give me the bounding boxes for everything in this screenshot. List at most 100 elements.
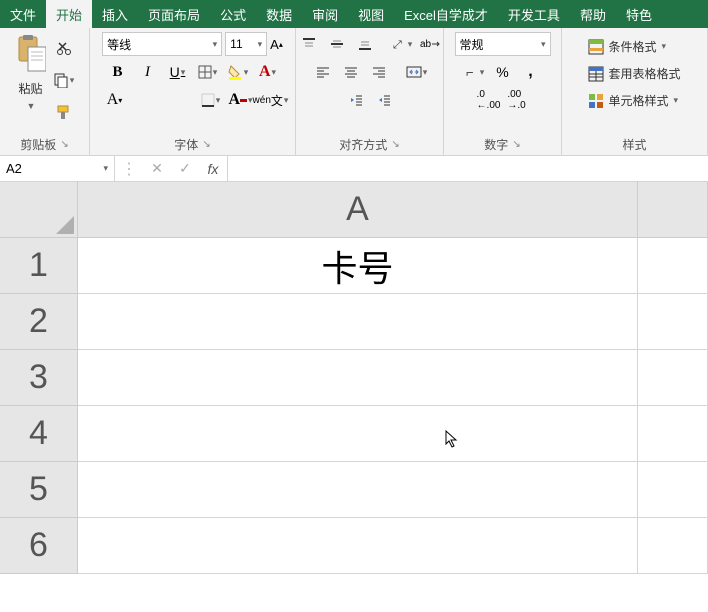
increase-indent-button[interactable] [372, 88, 396, 112]
cell-B1[interactable] [638, 238, 708, 294]
border-button[interactable]: ▾ [196, 60, 220, 84]
tab-help[interactable]: 帮助 [570, 0, 616, 28]
row-header-5[interactable]: 5 [0, 462, 78, 518]
group-clipboard: 粘贴 ▼ ▾ 剪贴板 ↘ [0, 28, 90, 155]
increase-font-button[interactable]: A▴ [270, 37, 283, 52]
increase-decimal-button[interactable]: .0←.00 [477, 88, 501, 112]
table-format-icon [588, 66, 604, 82]
dialog-launcher-icon[interactable]: ↘ [391, 139, 399, 150]
group-alignment: ⤢▾ ab ▾ 对齐方式 ↘ [296, 28, 444, 155]
ribbon-tabs: 文件 开始 插入 页面布局 公式 数据 审阅 视图 Excel自学成才 开发工具… [0, 0, 708, 28]
fx-button[interactable]: fx [199, 161, 227, 177]
underline-button[interactable]: U▾ [166, 60, 190, 84]
format-painter-button[interactable] [52, 100, 76, 124]
dialog-launcher-icon[interactable]: ↘ [60, 139, 68, 150]
paste-label: 粘贴 [18, 80, 42, 97]
paste-split-button[interactable]: 粘贴 ▼ [14, 32, 48, 111]
tab-review[interactable]: 审阅 [302, 0, 348, 28]
group-number: 常规▾ ⌐▾ % , .0←.00 .00→.0 数字 ↘ [444, 28, 562, 155]
group-label-alignment: 对齐方式 [339, 136, 387, 153]
svg-text:⌐: ⌐ [466, 65, 474, 79]
tab-data[interactable]: 数据 [256, 0, 302, 28]
column-header-next[interactable] [638, 182, 708, 238]
conditional-format-button[interactable]: 条件格式▾ [586, 36, 668, 57]
font-color-button[interactable]: A▾ [256, 60, 280, 84]
cell-B3[interactable] [638, 350, 708, 406]
align-center-button[interactable] [339, 60, 363, 84]
row-header-6[interactable]: 6 [0, 518, 78, 574]
wrap-text-button[interactable]: ab [419, 32, 443, 56]
formula-input[interactable] [228, 156, 708, 181]
orientation-button[interactable]: ⤢▾ [391, 32, 415, 56]
tab-insert[interactable]: 插入 [92, 0, 138, 28]
format-as-table-button[interactable]: 套用表格格式 [586, 63, 682, 84]
namebox-expand-button[interactable]: ⋮ [115, 159, 143, 179]
chevron-down-icon: ▾ [103, 163, 108, 174]
cell-B6[interactable] [638, 518, 708, 574]
cell-styles-icon [588, 93, 604, 109]
align-top-button[interactable] [297, 32, 321, 56]
name-box[interactable]: A2▾ [0, 156, 115, 181]
dialog-launcher-icon[interactable]: ↘ [512, 139, 520, 150]
tab-file[interactable]: 文件 [0, 0, 46, 28]
fill-color-red-button[interactable]: A▾ [229, 88, 253, 112]
cancel-button[interactable]: ✕ [143, 160, 171, 177]
group-label-styles: 样式 [622, 136, 646, 153]
formula-bar: A2▾ ⋮ ✕ ✓ fx [0, 156, 708, 182]
cell-A1[interactable]: 卡号 [78, 238, 638, 294]
chevron-down-icon: ▼ [27, 101, 36, 111]
dialog-launcher-icon[interactable]: ↘ [202, 139, 210, 150]
tab-home[interactable]: 开始 [46, 0, 92, 28]
column-header-A[interactable]: A [78, 182, 638, 238]
cell-A3[interactable] [78, 350, 638, 406]
worksheet-grid[interactable]: A 1 卡号 2 3 4 5 6 [0, 182, 708, 574]
tab-special[interactable]: 特色 [616, 0, 662, 28]
copy-button[interactable]: ▾ [52, 68, 76, 92]
group-label-number: 数字 [484, 136, 508, 153]
decrease-font-button[interactable]: A▾ [103, 88, 127, 112]
cell-B2[interactable] [638, 294, 708, 350]
tab-pagelayout[interactable]: 页面布局 [138, 0, 210, 28]
select-all-corner[interactable] [0, 182, 78, 238]
cell-A6[interactable] [78, 518, 638, 574]
cell-A5[interactable] [78, 462, 638, 518]
tab-view[interactable]: 视图 [348, 0, 394, 28]
bold-button[interactable]: B [106, 60, 130, 84]
group-label-clipboard: 剪贴板 [20, 136, 56, 153]
font-size-select[interactable]: 11▾ [225, 32, 267, 56]
cell-styles-button[interactable]: 单元格样式▾ [586, 90, 680, 111]
cell-B5[interactable] [638, 462, 708, 518]
group-font: 等线▾ 11▾ A▴ B I U▾ ▾ ▾ A▾ A▾ ▾ A▾ wén文▾ [90, 28, 296, 155]
decrease-indent-button[interactable] [344, 88, 368, 112]
tab-custom[interactable]: Excel自学成才 [394, 0, 498, 28]
group-label-font: 字体 [174, 136, 198, 153]
row-header-4[interactable]: 4 [0, 406, 78, 462]
cell-B4[interactable] [638, 406, 708, 462]
align-middle-button[interactable] [325, 32, 349, 56]
decrease-decimal-button[interactable]: .00→.0 [505, 88, 529, 112]
tab-formulas[interactable]: 公式 [210, 0, 256, 28]
cell-A2[interactable] [78, 294, 638, 350]
border-bottom-button[interactable]: ▾ [199, 88, 223, 112]
row-header-2[interactable]: 2 [0, 294, 78, 350]
enter-button[interactable]: ✓ [171, 160, 199, 177]
row-header-3[interactable]: 3 [0, 350, 78, 406]
align-bottom-button[interactable] [353, 32, 377, 56]
number-format-select[interactable]: 常规▾ [455, 32, 551, 56]
tab-dev[interactable]: 开发工具 [498, 0, 570, 28]
percent-button[interactable]: % [491, 60, 515, 84]
row-header-1[interactable]: 1 [0, 238, 78, 294]
cut-button[interactable] [52, 36, 76, 60]
comma-button[interactable]: , [519, 60, 543, 84]
font-name-select[interactable]: 等线▾ [102, 32, 222, 56]
cell-A4[interactable] [78, 406, 638, 462]
italic-button[interactable]: I [136, 60, 160, 84]
align-left-button[interactable] [311, 60, 335, 84]
paste-icon [14, 32, 48, 76]
merge-button[interactable]: ▾ [405, 60, 429, 84]
align-right-button[interactable] [367, 60, 391, 84]
accounting-button[interactable]: ⌐▾ [463, 60, 487, 84]
phonetic-button[interactable]: wén文▾ [259, 88, 283, 112]
group-styles: 条件格式▾ 套用表格格式 单元格样式▾ 样式 [562, 28, 708, 155]
fill-color-button[interactable]: ▾ [226, 60, 250, 84]
